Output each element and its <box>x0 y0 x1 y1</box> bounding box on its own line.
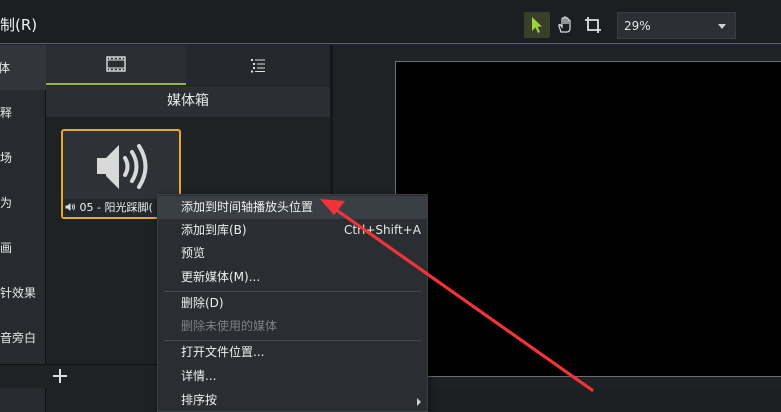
tab-thumbnail-view[interactable] <box>46 45 186 85</box>
menu-item-label: 添加到库(B) <box>181 223 247 237</box>
left-sidebar: 体 释 场 为 画 针效果 音旁白 它 <box>0 45 46 412</box>
menu-item-add-to-library[interactable]: 添加到库(B) Ctrl+Shift+A <box>158 219 427 242</box>
sidebar-item-voice-narration[interactable]: 音旁白 <box>0 328 46 348</box>
media-panel-tabs <box>46 45 330 85</box>
menu-item-label: 更新媒体(M)... <box>181 270 261 284</box>
sidebar-item-label: 音旁白 <box>0 331 37 345</box>
playback-controls-strip <box>428 388 781 412</box>
zoom-value: 29% <box>624 18 651 33</box>
add-media-button[interactable] <box>50 368 70 386</box>
pan-tool-button[interactable] <box>552 12 578 38</box>
sidebar-item-label: 针效果 <box>0 286 37 300</box>
sidebar-item-label: 体 <box>0 61 11 75</box>
tab-details-view[interactable] <box>188 45 328 85</box>
sidebar-item-label: 场 <box>0 151 13 165</box>
menu-item-delete[interactable]: 删除(D) <box>158 292 427 315</box>
zoom-dropdown[interactable]: 29% <box>617 12 736 39</box>
menu-item-produce[interactable]: 制(R) <box>0 14 37 35</box>
sidebar-item-behaviors[interactable]: 为 <box>0 193 46 213</box>
canvas-tools <box>524 12 606 38</box>
menu-item-delete-unused-media: 删除未使用的媒体 <box>158 315 427 338</box>
crop-tool-button[interactable] <box>580 12 606 38</box>
menu-item-preview[interactable]: 预览 <box>158 242 427 265</box>
audio-icon <box>65 203 75 211</box>
context-menu: 添加到时间轴播放头位置 添加到库(B) Ctrl+Shift+A 预览 更新媒体… <box>157 194 428 412</box>
sidebar-item-cursor-effects[interactable]: 针效果 <box>0 283 46 303</box>
chevron-right-icon <box>417 398 421 406</box>
pointer-tool-button[interactable] <box>524 12 550 38</box>
sidebar-item-label: 画 <box>0 241 13 255</box>
chevron-down-icon <box>718 24 726 29</box>
sidebar-item-media[interactable]: 体 <box>0 45 46 90</box>
sidebar-item-label: 释 <box>0 106 13 120</box>
menu-item-sort-by[interactable]: 排序按 <box>158 389 427 412</box>
sidebar-item-animations[interactable]: 画 <box>0 238 46 258</box>
hand-icon <box>558 16 571 33</box>
menu-item-open-file-location[interactable]: 打开文件位置... <box>158 341 427 364</box>
media-item-name: 05 - 阳光踩脚( <box>79 201 153 214</box>
plus-icon <box>53 369 67 383</box>
film-strip-icon <box>106 56 126 72</box>
menu-item-label: 排序按 <box>181 393 218 407</box>
preview-canvas[interactable] <box>395 61 781 377</box>
menu-item-label: 预览 <box>181 246 206 260</box>
menu-item-label: 删除(D) <box>181 296 224 310</box>
list-icon <box>251 59 265 73</box>
pointer-icon <box>532 17 542 33</box>
menu-item-label: 添加到时间轴播放头位置 <box>181 200 314 214</box>
menu-item-shortcut: Ctrl+Shift+A <box>344 223 421 237</box>
menu-item-update-media[interactable]: 更新媒体(M)... <box>158 266 427 289</box>
speaker-icon <box>97 144 148 189</box>
media-bin-title: 媒体箱 <box>46 86 330 117</box>
menu-item-label: 删除未使用的媒体 <box>181 319 278 333</box>
sidebar-item-annotations[interactable]: 释 <box>0 103 46 123</box>
crop-icon <box>585 17 601 33</box>
sidebar-item-label: 为 <box>0 196 13 210</box>
menu-item-label: 详情... <box>181 369 217 383</box>
sidebar-item-transitions[interactable]: 场 <box>0 148 46 168</box>
menu-item-add-to-timeline-at-playhead[interactable]: 添加到时间轴播放头位置 <box>158 196 427 219</box>
menu-item-details[interactable]: 详情... <box>158 365 427 388</box>
top-toolbar: 制(R) 29% <box>0 0 781 44</box>
menu-item-label: 打开文件位置... <box>181 345 265 359</box>
